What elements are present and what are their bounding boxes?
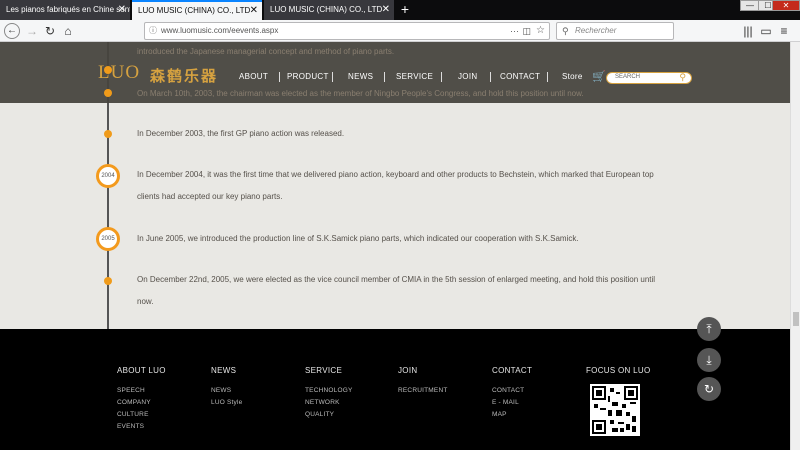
nav-separator — [547, 72, 548, 82]
nav-separator — [490, 72, 491, 82]
footer-heading[interactable]: CONTACT — [492, 366, 532, 375]
more-actions-icon[interactable]: ··· — [510, 23, 519, 39]
browser-search-input[interactable]: ⚲ Rechercher — [556, 22, 674, 40]
close-tab-icon[interactable]: ✕ — [382, 0, 390, 20]
footer-heading[interactable]: SERVICE — [305, 366, 342, 375]
minimize-button[interactable]: — — [740, 0, 760, 11]
close-window-button[interactable]: ✕ — [772, 0, 800, 11]
footer-link[interactable]: CONTACT — [492, 387, 524, 394]
close-tab-icon[interactable]: ✕ — [118, 0, 126, 20]
timeline-event: On December 22nd, 2005, we were elected … — [137, 275, 656, 306]
cart-icon[interactable]: 🛒 — [592, 70, 606, 83]
home-icon[interactable]: ⌂ — [60, 23, 76, 39]
nav-contact[interactable]: CONTACT — [500, 72, 540, 81]
reload-icon[interactable]: ↻ — [42, 23, 58, 39]
search-icon: ⚲ — [562, 26, 569, 36]
site-footer: ABOUT LUO SPEECH COMPANY CULTURE EVENTS … — [0, 329, 800, 450]
timeline-event: In December 2003, the first GP piano act… — [137, 129, 345, 138]
timeline-event: In December 2004, it was the first time … — [137, 170, 654, 201]
qr-code-graphic — [592, 386, 638, 434]
site-search-input[interactable]: SEARCH ⚲ — [606, 72, 692, 84]
close-tab-icon[interactable]: ✕ — [250, 2, 258, 19]
footer-link[interactable]: E - MAIL — [492, 399, 519, 406]
footer-link[interactable]: LUO Style — [211, 399, 242, 406]
year-badge: 2005 — [96, 227, 120, 251]
footer-link[interactable]: TECHNOLOGY — [305, 387, 353, 394]
nav-separator — [441, 72, 442, 82]
logo-latin[interactable]: LUO — [98, 62, 140, 84]
overlapped-event-text: On March 10th, 2003, the chairman was el… — [137, 89, 584, 98]
footer-link[interactable]: SPEECH — [117, 387, 145, 394]
url-text: www.luomusic.com/eevents.aspx — [161, 26, 279, 35]
overlapped-event-text: introduced the Japanese managerial conce… — [137, 47, 395, 56]
timeline-dot — [104, 277, 112, 285]
site-search-placeholder: SEARCH — [615, 74, 641, 80]
footer-heading[interactable]: NEWS — [211, 366, 236, 375]
year-badge: 2004 — [96, 164, 120, 188]
timeline-dot — [104, 89, 112, 97]
nav-separator — [332, 72, 333, 82]
nav-about[interactable]: ABOUT — [239, 72, 268, 81]
footer-link[interactable]: MAP — [492, 411, 507, 418]
scrollbar-thumb[interactable] — [793, 312, 799, 326]
nav-product[interactable]: PRODUCT — [287, 72, 329, 81]
tab-title: LUO MUSIC (CHINA) CO., LTD — [138, 6, 251, 15]
footer-link[interactable]: EVENTS — [117, 423, 144, 430]
nav-join[interactable]: JOIN — [458, 72, 477, 81]
download-button[interactable]: ⤓ — [697, 348, 721, 372]
nav-service[interactable]: SERVICE — [396, 72, 433, 81]
logo-chinese[interactable]: 森鹤乐器 — [150, 65, 218, 86]
browser-tab[interactable]: Les pianos fabriqués en Chine sont ✕ — [0, 0, 130, 20]
sidebar-icon[interactable]: ▭ — [758, 23, 774, 39]
site-header: introduced the Japanese managerial conce… — [0, 42, 800, 103]
timeline-event: In June 2005, we introduced the producti… — [137, 234, 579, 243]
footer-link[interactable]: NEWS — [211, 387, 231, 394]
site-info-icon[interactable]: ⓘ — [149, 23, 157, 39]
footer-heading[interactable]: JOIN — [398, 366, 417, 375]
page-scrollbar[interactable] — [790, 42, 800, 450]
nav-store[interactable]: Store — [562, 72, 583, 81]
footer-heading: FOCUS ON LUO — [586, 366, 651, 375]
browser-tab-active[interactable]: LUO MUSIC (CHINA) CO., LTD ✕ — [132, 0, 262, 20]
scroll-to-top-button[interactable]: ⤒ — [697, 317, 721, 341]
nav-separator — [279, 72, 280, 82]
footer-heading[interactable]: ABOUT LUO — [117, 366, 166, 375]
pocket-icon[interactable]: ◫ — [522, 23, 531, 39]
nav-news[interactable]: NEWS — [348, 72, 373, 81]
back-arrow-icon[interactable]: ← — [4, 23, 20, 39]
library-icon[interactable]: ||| — [740, 23, 756, 39]
footer-link[interactable]: COMPANY — [117, 399, 151, 406]
footer-link[interactable]: QUALITY — [305, 411, 334, 418]
nav-separator — [384, 72, 385, 82]
timeline-dot — [104, 130, 112, 138]
tab-title: Les pianos fabriqués en Chine sont — [6, 5, 130, 14]
browser-tab[interactable]: LUO MUSIC (CHINA) CO., LTD ✕ — [264, 0, 394, 20]
menu-icon[interactable]: ≡ — [776, 23, 792, 39]
bookmark-star-icon[interactable]: ☆ — [536, 23, 545, 39]
forward-arrow-icon[interactable]: → — [24, 23, 40, 39]
footer-link[interactable]: CULTURE — [117, 411, 149, 418]
timeline-dot — [104, 66, 112, 74]
footer-link[interactable]: RECRUITMENT — [398, 387, 448, 394]
qr-code-image — [590, 384, 640, 436]
footer-link[interactable]: NETWORK — [305, 399, 340, 406]
search-placeholder: Rechercher — [575, 26, 617, 35]
refresh-button[interactable]: ↻ — [697, 377, 721, 401]
new-tab-button[interactable]: + — [398, 0, 412, 19]
tab-title: LUO MUSIC (CHINA) CO., LTD — [270, 5, 383, 14]
search-icon[interactable]: ⚲ — [679, 72, 686, 83]
browser-tab-bar: Les pianos fabriqués en Chine sont ✕ LUO… — [0, 0, 800, 20]
url-bar[interactable]: ⓘ www.luomusic.com/eevents.aspx ··· ◫ ☆ — [144, 22, 550, 40]
browser-nav-bar: ← → ↻ ⌂ ⓘ www.luomusic.com/eevents.aspx … — [0, 20, 800, 42]
